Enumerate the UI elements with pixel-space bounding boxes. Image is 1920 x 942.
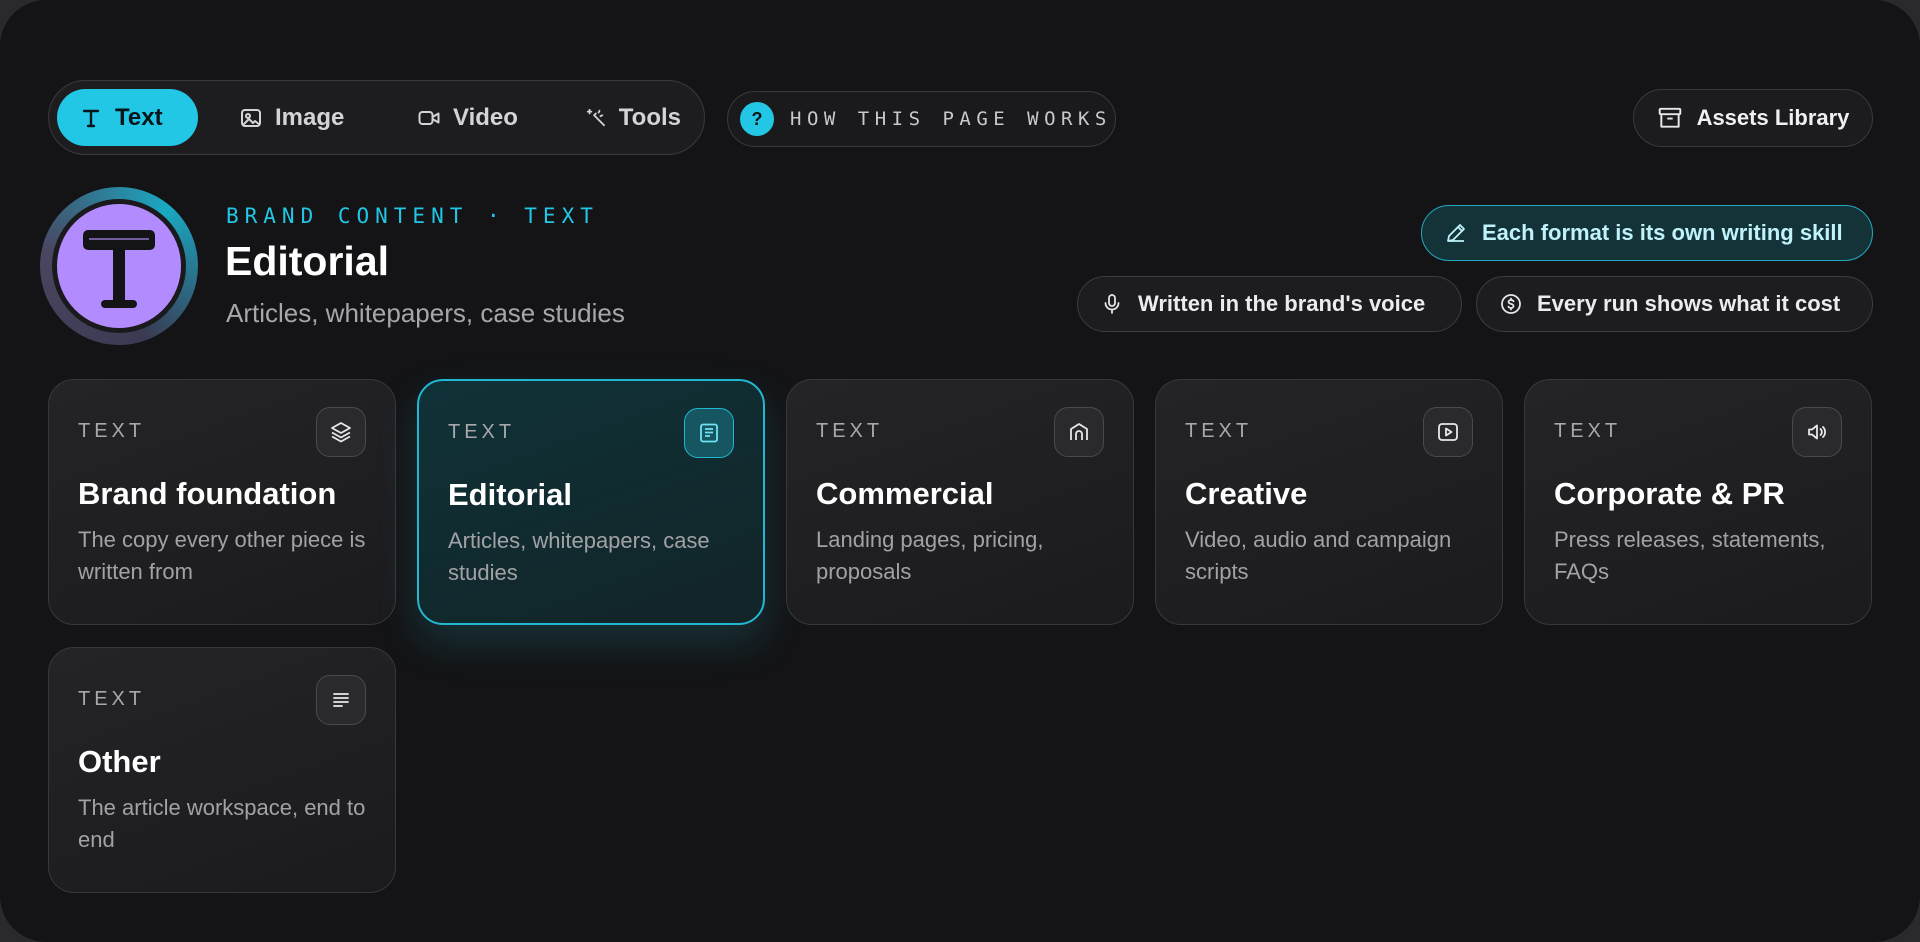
card-title: Corporate & PR xyxy=(1554,476,1785,511)
play-icon xyxy=(1438,423,1458,441)
video-icon xyxy=(418,110,440,125)
how-this-page-works-label: HOW THIS PAGE WORKS xyxy=(790,108,1112,130)
how-this-page-works-button[interactable]: ? HOW THIS PAGE WORKS xyxy=(727,91,1116,147)
card-kind: TEXT xyxy=(816,420,884,442)
feature-pill-writing-skill: Each format is its own writing skill xyxy=(1421,205,1873,261)
card-creative[interactable]: TEXT Creative Video, audio and campaign … xyxy=(1155,379,1503,625)
card-description: The copy every other piece is written fr… xyxy=(78,527,366,584)
breadcrumb-eyebrow: BRAND CONTENT · TEXT xyxy=(226,204,599,228)
card-description: Articles, whitepapers, case studies xyxy=(448,528,710,585)
card-brand-foundation[interactable]: TEXT Brand foundation The copy every oth… xyxy=(48,379,396,625)
card-title: Brand foundation xyxy=(78,476,337,511)
card-kind: TEXT xyxy=(1185,420,1253,442)
card-title: Editorial xyxy=(448,477,573,512)
assets-library-label: Assets Library xyxy=(1696,105,1850,130)
help-icon: ? xyxy=(740,102,774,136)
feature-pill-brand-voice-label: Written in the brand's voice xyxy=(1138,291,1426,316)
feature-pill-run-cost-label: Every run shows what it cost xyxy=(1537,291,1841,316)
card-kind: TEXT xyxy=(1554,420,1622,442)
tools-icon xyxy=(586,108,605,126)
card-kind: TEXT xyxy=(448,421,516,443)
tab-tools-label: Tools xyxy=(618,103,681,131)
card-description: Press releases, statements, FAQs xyxy=(1554,527,1826,584)
feature-pill-run-cost: Every run shows what it cost xyxy=(1476,276,1873,332)
content-type-tabs: Text Image Video Tools xyxy=(48,80,705,155)
tab-video-label: Video xyxy=(453,103,518,131)
newspaper-icon xyxy=(700,423,718,443)
tab-text-label: Text xyxy=(115,103,163,131)
text-icon xyxy=(82,109,100,127)
card-kind: TEXT xyxy=(78,420,146,442)
card-kind: TEXT xyxy=(78,688,146,710)
card-editorial[interactable]: TEXT Editorial Articles, whitepapers, ca… xyxy=(417,379,765,625)
card-description: The article workspace, end to end xyxy=(78,795,366,852)
card-commercial[interactable]: TEXT Commercial Landing pages, pricing, … xyxy=(786,379,1134,625)
card-title: Other xyxy=(78,744,161,779)
dollar-coin-icon xyxy=(1501,294,1521,314)
archive-icon xyxy=(1658,107,1681,128)
assets-library-button[interactable]: Assets Library xyxy=(1633,89,1873,147)
tab-video[interactable]: Video xyxy=(395,89,555,146)
storefront-icon xyxy=(1070,423,1088,440)
text-icon xyxy=(83,230,155,308)
text-lines-icon xyxy=(333,693,349,707)
megaphone-icon xyxy=(1808,424,1826,440)
page-title: Editorial xyxy=(225,238,390,284)
tab-tools[interactable]: Tools xyxy=(563,89,703,146)
tab-image[interactable]: Image xyxy=(217,89,377,146)
image-icon xyxy=(241,108,261,127)
card-other[interactable]: TEXT Other The article workspace, end to… xyxy=(48,647,396,893)
card-description: Landing pages, pricing, proposals xyxy=(816,527,1044,584)
layers-icon xyxy=(331,422,351,443)
microphone-icon xyxy=(1104,294,1120,314)
card-description: Video, audio and campaign scripts xyxy=(1185,527,1452,584)
card-corporate-pr[interactable]: TEXT Corporate & PR Press releases, stat… xyxy=(1524,379,1872,625)
pen-icon xyxy=(1447,224,1465,242)
card-title: Creative xyxy=(1185,476,1308,511)
app-window: Text Image Video Tools ? HOW THIS PAGE W… xyxy=(0,0,1920,942)
feature-pill-writing-skill-label: Each format is its own writing skill xyxy=(1482,220,1843,245)
tab-text[interactable]: Text xyxy=(57,89,198,146)
page-subtitle: Articles, whitepapers, case studies xyxy=(226,298,625,328)
category-avatar xyxy=(40,187,198,345)
feature-pill-brand-voice: Written in the brand's voice xyxy=(1077,276,1462,332)
tab-image-label: Image xyxy=(275,103,345,131)
card-title: Commercial xyxy=(816,476,994,511)
